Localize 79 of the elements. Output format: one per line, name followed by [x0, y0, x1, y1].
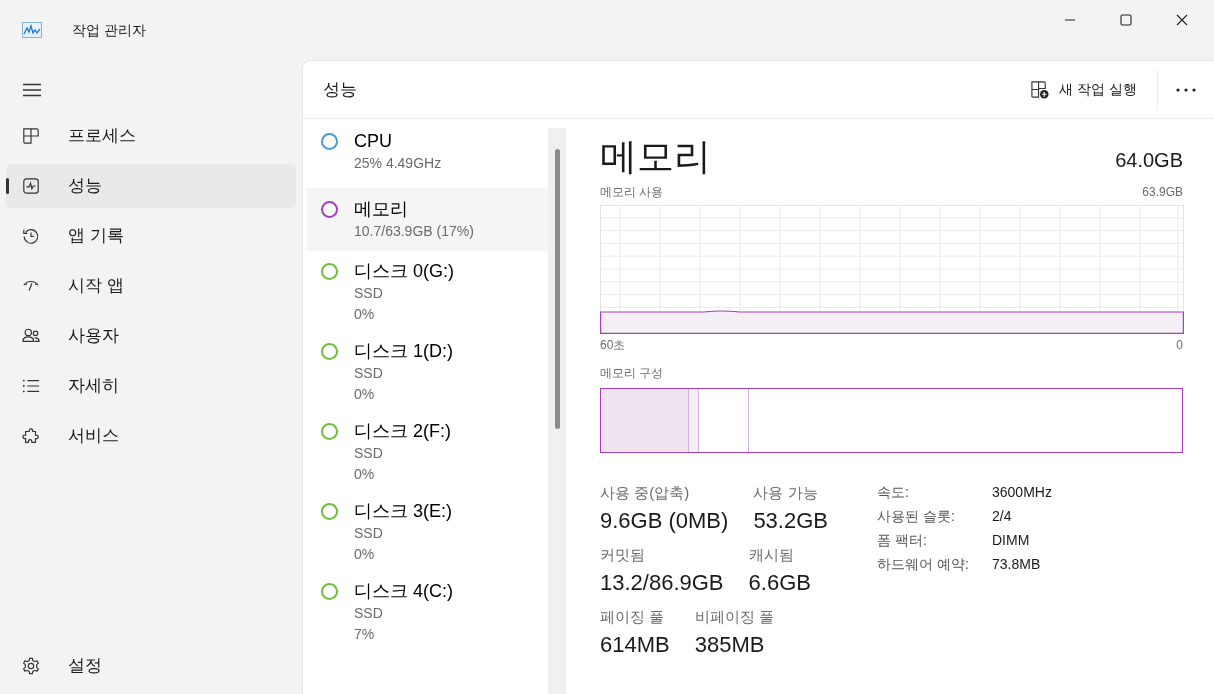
device-info: SSD: [354, 364, 384, 383]
device-info: 25% 4.49GHz: [354, 154, 442, 173]
stat-label: 캐시됨: [748, 545, 795, 565]
device-item[interactable]: 디스크 3(E:) SSD 0%: [307, 499, 548, 579]
chart-label: 메모리 구성: [600, 365, 665, 382]
sidebar-item[interactable]: 사용자: [6, 314, 296, 358]
device-info: 7%: [354, 625, 376, 644]
stat-value: 614MB: [600, 631, 670, 659]
activity-chart-icon: [22, 177, 40, 195]
users-icon: [22, 327, 40, 345]
settings-button[interactable]: 설정: [6, 644, 102, 688]
spec-label: 사용된 슬롯:: [877, 507, 956, 526]
sidebar-item[interactable]: 시작 앱: [6, 264, 296, 308]
device-info: SSD: [354, 284, 384, 303]
spec-value: 2/4: [992, 507, 1013, 526]
scrollbar[interactable]: [548, 128, 566, 694]
run-new-task-button[interactable]: 새 작업 실행: [1018, 71, 1149, 108]
device-info: 0%: [354, 545, 376, 564]
device-name: 디스크 2(F:): [354, 420, 451, 443]
device-item[interactable]: 디스크 1(D:) SSD 0%: [307, 339, 548, 419]
spec-label: 폼 팩터:: [877, 531, 928, 550]
device-info: 0%: [354, 385, 376, 404]
stat-value: 385MB: [694, 631, 766, 659]
device-name: 디스크 3(E:): [354, 500, 452, 523]
page-title: 성능: [323, 78, 357, 101]
device-name: 메모리: [354, 198, 409, 221]
device-info: 0%: [354, 465, 376, 484]
sidebar-item[interactable]: 프로세스: [6, 114, 296, 158]
stat-value: 6.6GB: [748, 569, 811, 597]
close-icon: [1176, 14, 1188, 26]
list-icon: [22, 377, 40, 395]
stat-label: 사용 가능: [753, 483, 819, 503]
spec-value: 73.8MB: [992, 555, 1042, 574]
device-info: SSD: [354, 444, 384, 463]
stat-label: 커밋됨: [600, 545, 646, 565]
more-options-icon: [1176, 87, 1196, 92]
maximize-icon: [1120, 14, 1132, 26]
device-item[interactable]: 디스크 4(C:) SSD 7%: [307, 579, 548, 659]
device-info: 10.7/63.9GB (17%): [354, 222, 474, 241]
spec-label: 속도:: [877, 483, 910, 502]
puzzle-icon: [22, 427, 40, 445]
stat-label: 사용 중(압축): [600, 483, 691, 503]
spec-value: DIMM: [992, 531, 1031, 550]
minimize-icon: [1065, 19, 1075, 21]
sidebar-item[interactable]: 자세히: [6, 364, 296, 408]
stat-value: 13.2/86.9GB: [600, 569, 724, 597]
chart-label: 메모리 사용: [600, 184, 664, 201]
window-title: 작업 관리자: [72, 20, 146, 40]
spec-label: 하드웨어 예약:: [877, 555, 970, 574]
device-name: 디스크 1(D:): [354, 340, 453, 363]
stat-value: 9.6GB (0MB): [600, 507, 729, 535]
stat-label: 페이징 풀: [600, 607, 666, 627]
device-item[interactable]: 메모리 10.7/63.9GB (17%): [307, 188, 548, 251]
stat-value: 53.2GB: [753, 507, 828, 535]
total-memory: 64.0GB: [1115, 148, 1183, 173]
device-info: 0%: [354, 305, 376, 324]
chart-max-label: 63.9GB: [1142, 184, 1183, 201]
stat-label: 비페이징 풀: [694, 607, 774, 627]
app-icon: [22, 22, 42, 38]
sidebar-item[interactable]: 성능: [6, 164, 296, 208]
settings-icon: [22, 657, 40, 675]
section-title: 메모리: [600, 135, 711, 179]
menu-icon: [23, 83, 41, 97]
device-name: 디스크 0(G:): [354, 260, 454, 283]
device-name: CPU: [354, 130, 393, 153]
device-info: SSD: [354, 604, 384, 623]
sidebar-item[interactable]: 서비스: [6, 414, 296, 458]
device-item[interactable]: CPU 25% 4.49GHz: [307, 129, 548, 188]
device-name: 디스크 4(C:): [354, 580, 453, 603]
axis-label: 0: [1176, 337, 1183, 354]
sidebar-item[interactable]: 앱 기록: [6, 214, 296, 258]
new-task-icon: [1030, 80, 1050, 99]
spec-value: 3600MHz: [992, 483, 1052, 502]
history-icon: [22, 227, 40, 245]
grid-icon: [22, 127, 40, 145]
device-info: SSD: [354, 524, 384, 543]
device-item[interactable]: 디스크 2(F:) SSD 0%: [307, 419, 548, 499]
axis-label: 60초: [600, 337, 626, 354]
device-item[interactable]: 디스크 0(G:) SSD 0%: [307, 259, 548, 339]
